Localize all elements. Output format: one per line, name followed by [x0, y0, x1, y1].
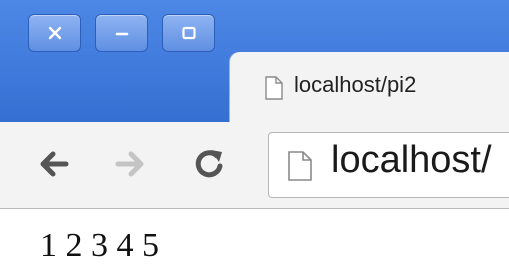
- reload-button[interactable]: [192, 146, 228, 182]
- page-icon: [288, 151, 312, 181]
- back-button[interactable]: [36, 146, 72, 182]
- tab-title: localhost/pi2: [294, 72, 417, 97]
- maximize-window-button[interactable]: [162, 14, 215, 52]
- forward-arrow-icon: [115, 151, 144, 177]
- page-icon: [265, 76, 283, 100]
- maximize-icon: [181, 26, 196, 40]
- address-bar[interactable]: localhost/: [268, 132, 509, 198]
- page-body-text: 1 2 3 4 5: [40, 227, 159, 264]
- minimize-icon: [115, 32, 128, 36]
- back-arrow-icon: [40, 151, 69, 177]
- close-icon: [48, 26, 61, 40]
- minimize-window-button[interactable]: [95, 14, 148, 52]
- forward-button[interactable]: [112, 146, 148, 182]
- close-window-button[interactable]: [28, 14, 81, 52]
- address-text: localhost/: [331, 139, 492, 181]
- browser-toolbar: localhost/: [0, 122, 509, 209]
- reload-icon: [195, 150, 223, 178]
- browser-tab[interactable]: localhost/pi2: [230, 52, 509, 124]
- page-content: 1 2 3 4 5: [0, 209, 509, 279]
- window-titlebar: localhost/pi2: [0, 0, 509, 124]
